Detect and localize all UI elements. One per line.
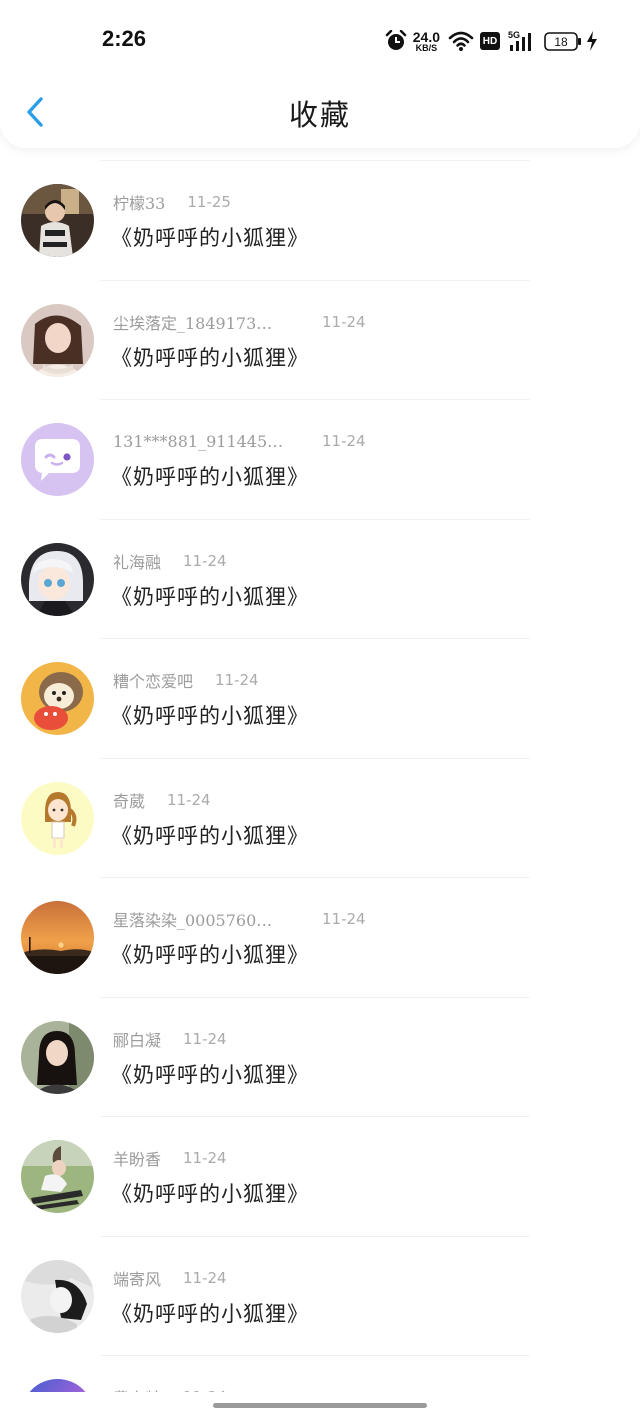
- speed-unit: KB/S: [415, 42, 438, 53]
- username: 郦白凝: [113, 1030, 162, 1050]
- list-item[interactable]: 郦白凝 11-24 《奶呼呼的小狐狸》: [0, 998, 640, 1117]
- date: 11-24: [167, 790, 211, 809]
- wifi-icon: [448, 31, 474, 51]
- favorites-list: 柠檬33 11-25 《奶呼呼的小狐狸》 尘埃落定_1849173… 11-24: [0, 160, 640, 1422]
- battery-icon: 18: [544, 31, 581, 51]
- avatar[interactable]: [21, 901, 94, 974]
- item-meta: 131***881_911445… 11-24: [113, 430, 366, 452]
- list-item[interactable]: 柠檬33 11-25 《奶呼呼的小狐狸》: [0, 161, 640, 281]
- item-meta: 尘埃落定_1849173… 11-24: [113, 311, 366, 333]
- date: 11-24: [215, 671, 259, 689]
- hd-icon: HD: [480, 32, 500, 50]
- item-meta: 羊盼香 11-24: [113, 1147, 227, 1169]
- item-meta: 柠檬33 11-25: [113, 191, 231, 213]
- item-meta: 星落染染_0005760… 11-24: [113, 908, 366, 930]
- speed-value: 24.0: [412, 28, 440, 45]
- book-title[interactable]: 《奶呼呼的小狐狸》: [111, 342, 309, 372]
- avatar[interactable]: [21, 184, 94, 257]
- date: 11-24: [322, 312, 366, 331]
- avatar[interactable]: [21, 1020, 94, 1094]
- list-item[interactable]: 奇葳 11-24 《奶呼呼的小狐狸》: [0, 759, 640, 878]
- avatar[interactable]: [21, 1259, 94, 1333]
- date: 11-24: [322, 910, 366, 928]
- username: 糟个恋爱吧: [113, 672, 194, 691]
- list-item[interactable]: 糟个恋爱吧 11-24 《奶呼呼的小狐狸》: [0, 639, 640, 759]
- item-meta: 端寄风 11-24: [113, 1267, 227, 1289]
- book-title[interactable]: 《奶呼呼的小狐狸》: [111, 1178, 309, 1208]
- network-speed: 24.0 KB/S: [413, 30, 440, 53]
- header-card: 2:26 24.0 KB/S HD 5G 18 收藏: [0, 0, 640, 148]
- list-item[interactable]: 尘埃落定_1849173… 11-24 《奶呼呼的小狐狸》: [0, 281, 640, 400]
- username: 星落染染_0005760…: [113, 911, 273, 930]
- username: 礼海融: [113, 552, 162, 572]
- book-title[interactable]: 《奶呼呼的小狐狸》: [111, 581, 309, 611]
- signal-icon: 5G: [508, 30, 531, 51]
- avatar[interactable]: [21, 423, 94, 496]
- date: 11-24: [183, 1029, 227, 1048]
- username: 131***881_911445…: [113, 431, 284, 451]
- avatar[interactable]: [21, 662, 94, 735]
- list-item[interactable]: 端寄风 11-24 《奶呼呼的小狐狸》: [0, 1237, 640, 1356]
- page-title: 收藏: [288, 98, 351, 132]
- status-icons: 24.0 KB/S HD 5G 18: [385, 26, 598, 56]
- date: 11-24: [322, 432, 366, 450]
- item-meta: 礼海融 11-24: [113, 550, 227, 572]
- avatar[interactable]: [21, 1140, 94, 1213]
- favorites-screen: 2:26 24.0 KB/S HD 5G 18 收藏 柠檬33 11-25 《奶…: [0, 0, 640, 1422]
- book-title[interactable]: 《奶呼呼的小狐狸》: [111, 1298, 309, 1328]
- list-item[interactable]: 礼海融 11-24 《奶呼呼的小狐狸》: [0, 520, 640, 639]
- book-title[interactable]: 《奶呼呼的小狐狸》: [111, 939, 309, 969]
- list-item[interactable]: 羊盼香 11-24 《奶呼呼的小狐狸》: [0, 1117, 640, 1237]
- status-time: 2:26: [102, 26, 147, 51]
- date: 11-25: [187, 193, 231, 211]
- battery-level: 18: [554, 35, 568, 49]
- username: 柠檬33: [113, 194, 166, 213]
- avatar[interactable]: [21, 781, 94, 855]
- avatar[interactable]: [21, 303, 94, 377]
- item-meta: 糟个恋爱吧 11-24: [113, 669, 259, 691]
- date: 11-24: [183, 1268, 227, 1287]
- charging-bolt-icon: [587, 31, 597, 51]
- book-title[interactable]: 《奶呼呼的小狐狸》: [111, 222, 309, 252]
- book-title[interactable]: 《奶呼呼的小狐狸》: [111, 700, 309, 730]
- username: 羊盼香: [113, 1150, 162, 1169]
- date: 11-24: [183, 1149, 227, 1167]
- book-title[interactable]: 《奶呼呼的小狐狸》: [111, 820, 309, 850]
- date: 11-24: [183, 551, 227, 570]
- list-item[interactable]: 星落染染_0005760… 11-24 《奶呼呼的小狐狸》: [0, 878, 640, 998]
- svg-text:5G: 5G: [508, 30, 520, 40]
- username: 奇葳: [113, 791, 146, 811]
- username: 端寄风: [113, 1269, 162, 1289]
- item-meta: 奇葳 11-24: [113, 789, 211, 811]
- book-title[interactable]: 《奶呼呼的小狐狸》: [111, 1059, 309, 1089]
- book-title[interactable]: 《奶呼呼的小狐狸》: [111, 461, 309, 491]
- alarm-icon: [385, 30, 406, 50]
- avatar[interactable]: [21, 542, 94, 616]
- item-meta: 郦白凝 11-24: [113, 1028, 227, 1050]
- home-indicator[interactable]: [213, 1403, 427, 1408]
- username: 尘埃落定_1849173…: [113, 313, 273, 333]
- list-item[interactable]: 131***881_911445… 11-24 《奶呼呼的小狐狸》: [0, 400, 640, 520]
